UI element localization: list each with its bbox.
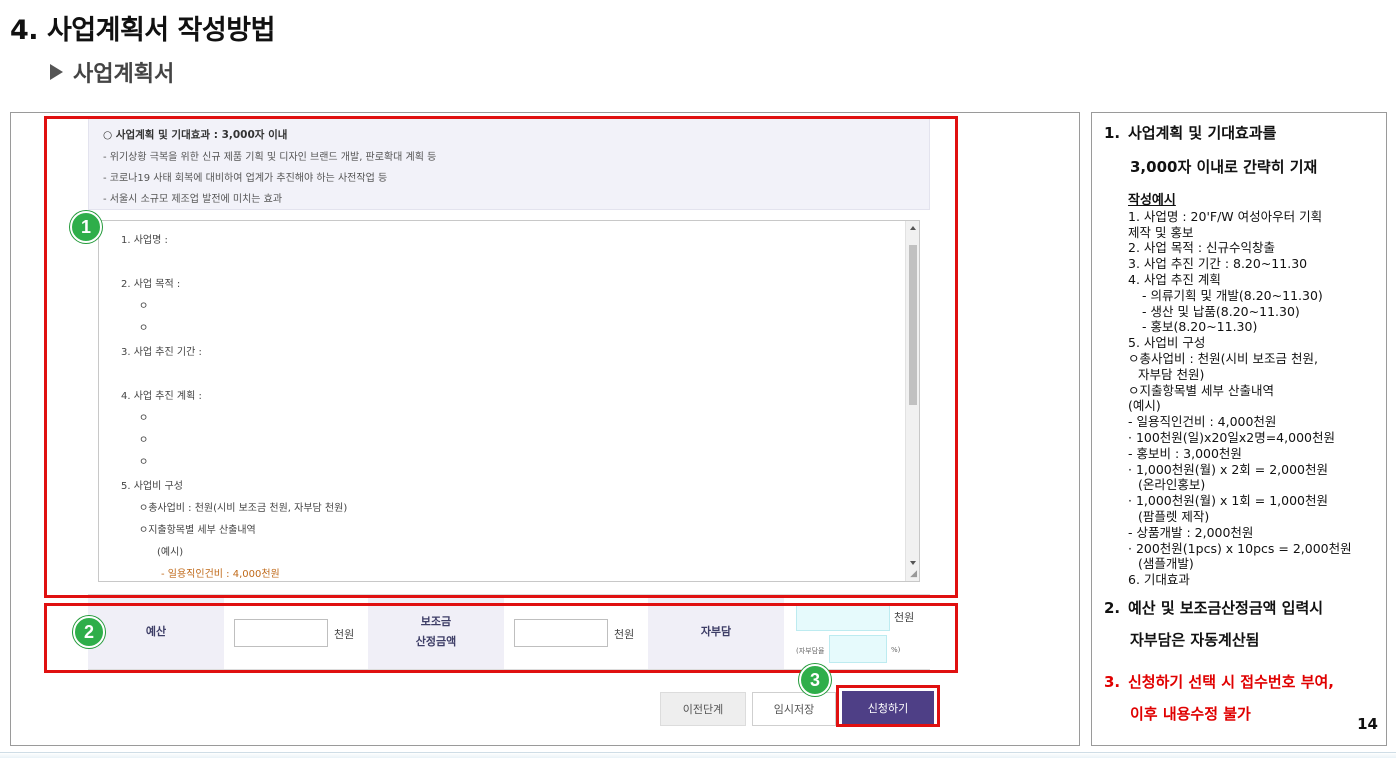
- section-subtitle: 사업계획서: [50, 56, 174, 88]
- example-line: 3. 사업 추진 기간 : 8.20~11.30: [1128, 256, 1308, 272]
- example-line: 1. 사업명 : 20'F/W 여성아우터 기획: [1128, 208, 1323, 224]
- example-line: · 200천원(1pcs) x 10pcs = 2,000천원: [1128, 540, 1352, 556]
- example-line: (팜플렛 제작): [1138, 508, 1210, 524]
- example-line: 자부담 천원): [1138, 366, 1205, 382]
- instruction-1-line2: 3,000자 이내로 간략히 기재: [1130, 158, 1318, 176]
- example-block: 작성예시 1. 사업명 : 20'F/W 여성아우터 기획 제작 및 홍보 2.…: [1104, 193, 1374, 588]
- step-badge-2: 2: [73, 616, 105, 648]
- example-line: 6. 기대효과: [1128, 572, 1190, 588]
- prev-step-button[interactable]: 이전단계: [660, 692, 746, 726]
- example-line: - 일용직인건비 : 4,000천원: [1128, 414, 1277, 430]
- example-line: - 홍보비 : 3,000천원: [1128, 445, 1242, 461]
- example-line: ㅇ지출항목별 세부 산출내역: [1128, 382, 1274, 398]
- page-title: 4. 사업계획서 작성방법: [10, 15, 275, 46]
- example-heading: 작성예시: [1128, 193, 1176, 208]
- instruction-panel: 1. 사업계획 및 기대효과를 3,000자 이내로 간략히 기재 작성예시 1.…: [1091, 112, 1387, 746]
- example-line: - 의류기획 및 개발(8.20~11.30): [1142, 287, 1323, 303]
- instruction-1: 1. 사업계획 및 기대효과를: [1104, 123, 1374, 143]
- highlight-box-apply: [836, 685, 940, 727]
- section-subtitle-text: 사업계획서: [73, 62, 175, 87]
- example-line: 4. 사업 추진 계획: [1128, 271, 1221, 287]
- example-line: - 상품개발 : 2,000천원: [1128, 524, 1254, 540]
- example-line: · 1,000천원(월) x 2회 = 2,000천원: [1128, 461, 1328, 477]
- instruction-1-number: 1.: [1104, 124, 1121, 142]
- instruction-2: 2. 예산 및 보조금산정금액 입력시: [1104, 598, 1374, 618]
- example-line: ㅇ총사업비 : 천원(시비 보조금 천원,: [1128, 350, 1318, 366]
- example-line: 5. 사업비 구성: [1128, 335, 1206, 351]
- instruction-3-line1: 신청하기 선택 시 접수번호 부여,: [1128, 672, 1334, 691]
- highlight-box-budget: [44, 603, 958, 673]
- temp-save-button[interactable]: 임시저장: [752, 692, 836, 726]
- example-line: · 100천원(일)x20일x2명=4,000천원: [1128, 429, 1335, 445]
- footer-divider: [0, 752, 1396, 758]
- example-line: 2. 사업 목적 : 신규수익창출: [1128, 240, 1276, 256]
- example-line: 제작 및 홍보: [1128, 224, 1194, 240]
- example-line: (온라인홍보): [1138, 477, 1206, 493]
- example-line: - 홍보(8.20~11.30): [1142, 319, 1258, 335]
- triangle-bullet-icon: [50, 64, 63, 80]
- example-line: - 생산 및 납품(8.20~11.30): [1142, 303, 1300, 319]
- highlight-box-plan: [44, 116, 958, 598]
- step-badge-1: 1: [70, 211, 102, 243]
- instruction-2-line2: 자부담은 자동계산됨: [1130, 630, 1260, 649]
- instruction-2-line1: 예산 및 보조금산정금액 입력시: [1128, 598, 1324, 617]
- instruction-2-number: 2.: [1104, 598, 1121, 617]
- instruction-3-number: 3.: [1104, 672, 1121, 691]
- example-line: (예시): [1128, 398, 1161, 414]
- instruction-3-line2: 이후 내용수정 불가: [1130, 704, 1251, 723]
- example-line: · 1,000천원(월) x 1회 = 1,000천원: [1128, 493, 1328, 509]
- example-line: (샘플개발): [1138, 556, 1194, 572]
- step-badge-3: 3: [799, 664, 831, 696]
- instruction-1-line1: 사업계획 및 기대효과를: [1128, 124, 1277, 142]
- instruction-3: 3. 신청하기 선택 시 접수번호 부여,: [1104, 672, 1374, 692]
- page-number: 14: [1357, 715, 1378, 733]
